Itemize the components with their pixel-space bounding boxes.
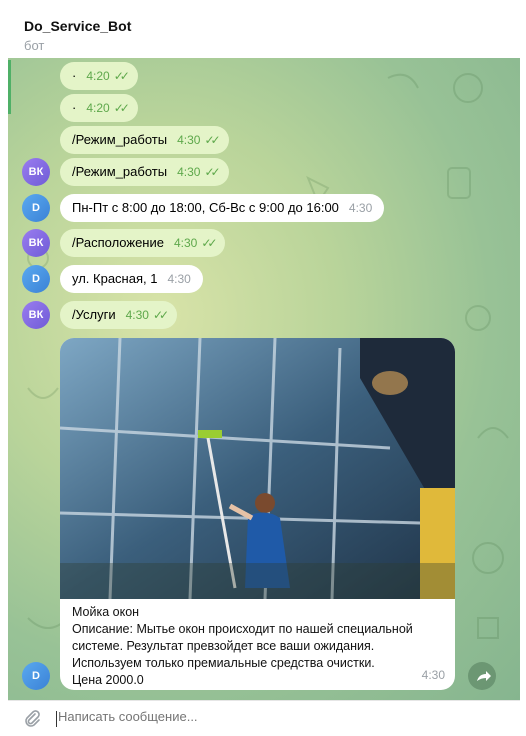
avatar[interactable]: D xyxy=(22,265,50,293)
attach-icon[interactable] xyxy=(22,709,42,729)
message-list[interactable]: · 4:20 ✓✓ · 4:20 ✓✓ /Режим_работы 4:30 ✓✓ ВК /… xyxy=(8,58,520,700)
message-text: /Расположение xyxy=(72,235,164,250)
message-input[interactable] xyxy=(58,709,478,724)
read-check-icon: ✓✓ xyxy=(113,69,130,83)
message-bubble[interactable]: /Режим_работы 4:30 ✓✓ xyxy=(60,126,229,154)
message-text: /Режим_работы xyxy=(72,164,168,179)
message-time: 4:30 xyxy=(177,165,201,179)
chat-header[interactable]: Do_Service_Bot бот xyxy=(8,8,520,59)
avatar[interactable]: D xyxy=(22,194,50,222)
message-text: ул. Красная, 1 xyxy=(72,271,158,286)
read-check-icon: ✓✓ xyxy=(204,133,220,147)
message-time: 4:30 xyxy=(421,668,445,682)
service-photo[interactable] xyxy=(60,338,455,599)
message-time: 4:30 xyxy=(125,308,149,322)
unread-indicator xyxy=(8,60,11,114)
avatar[interactable]: ВК xyxy=(22,229,50,257)
message-bubble[interactable]: /Услуги 4:30 ✓✓ xyxy=(60,301,178,329)
read-check-icon: ✓✓ xyxy=(201,236,217,250)
avatar[interactable]: ВК xyxy=(22,158,50,186)
avatar[interactable]: D xyxy=(22,662,50,690)
message-text: /Услуги xyxy=(72,307,116,322)
message-text: · xyxy=(72,68,77,83)
composer xyxy=(8,700,520,736)
message-text: Пн-Пт с 8:00 до 18:00, Сб-Вс с 9:00 до 1… xyxy=(72,200,339,215)
message-bubble[interactable]: · 4:20 ✓✓ xyxy=(60,94,138,122)
message-bubble[interactable]: Пн-Пт с 8:00 до 18:00, Сб-Вс с 9:00 до 1… xyxy=(60,194,385,222)
service-description: Мойка окон Описание: Мытье окон происход… xyxy=(72,605,413,687)
text-cursor xyxy=(56,711,57,727)
message-time: 4:30 xyxy=(348,201,373,215)
message-text: /Режим_работы xyxy=(72,132,168,147)
message-bubble[interactable]: · 4:20 ✓✓ xyxy=(60,62,138,90)
message-bubble[interactable]: /Расположение 4:30 ✓✓ xyxy=(60,229,226,257)
read-check-icon: ✓✓ xyxy=(204,165,220,179)
message-time: 4:20 xyxy=(86,69,110,83)
message-time: 4:30 xyxy=(177,133,201,147)
message-time: 4:20 xyxy=(86,101,110,115)
read-check-icon: ✓✓ xyxy=(113,101,130,115)
chat-title: Do_Service_Bot xyxy=(24,18,132,34)
share-icon[interactable] xyxy=(468,662,496,690)
avatar[interactable]: ВК xyxy=(22,301,50,329)
message-bubble[interactable]: /Режим_работы 4:30 ✓✓ xyxy=(60,158,229,186)
read-check-icon: ✓✓ xyxy=(152,308,169,322)
chat-subtitle: бот xyxy=(24,38,45,53)
message-text: · xyxy=(72,100,77,115)
message-time: 4:30 xyxy=(173,236,198,250)
service-card[interactable]: Мойка окон Описание: Мытье окон происход… xyxy=(60,338,455,690)
message-bubble[interactable]: ул. Красная, 1 4:30 xyxy=(60,265,203,293)
message-time: 4:30 xyxy=(167,272,191,286)
